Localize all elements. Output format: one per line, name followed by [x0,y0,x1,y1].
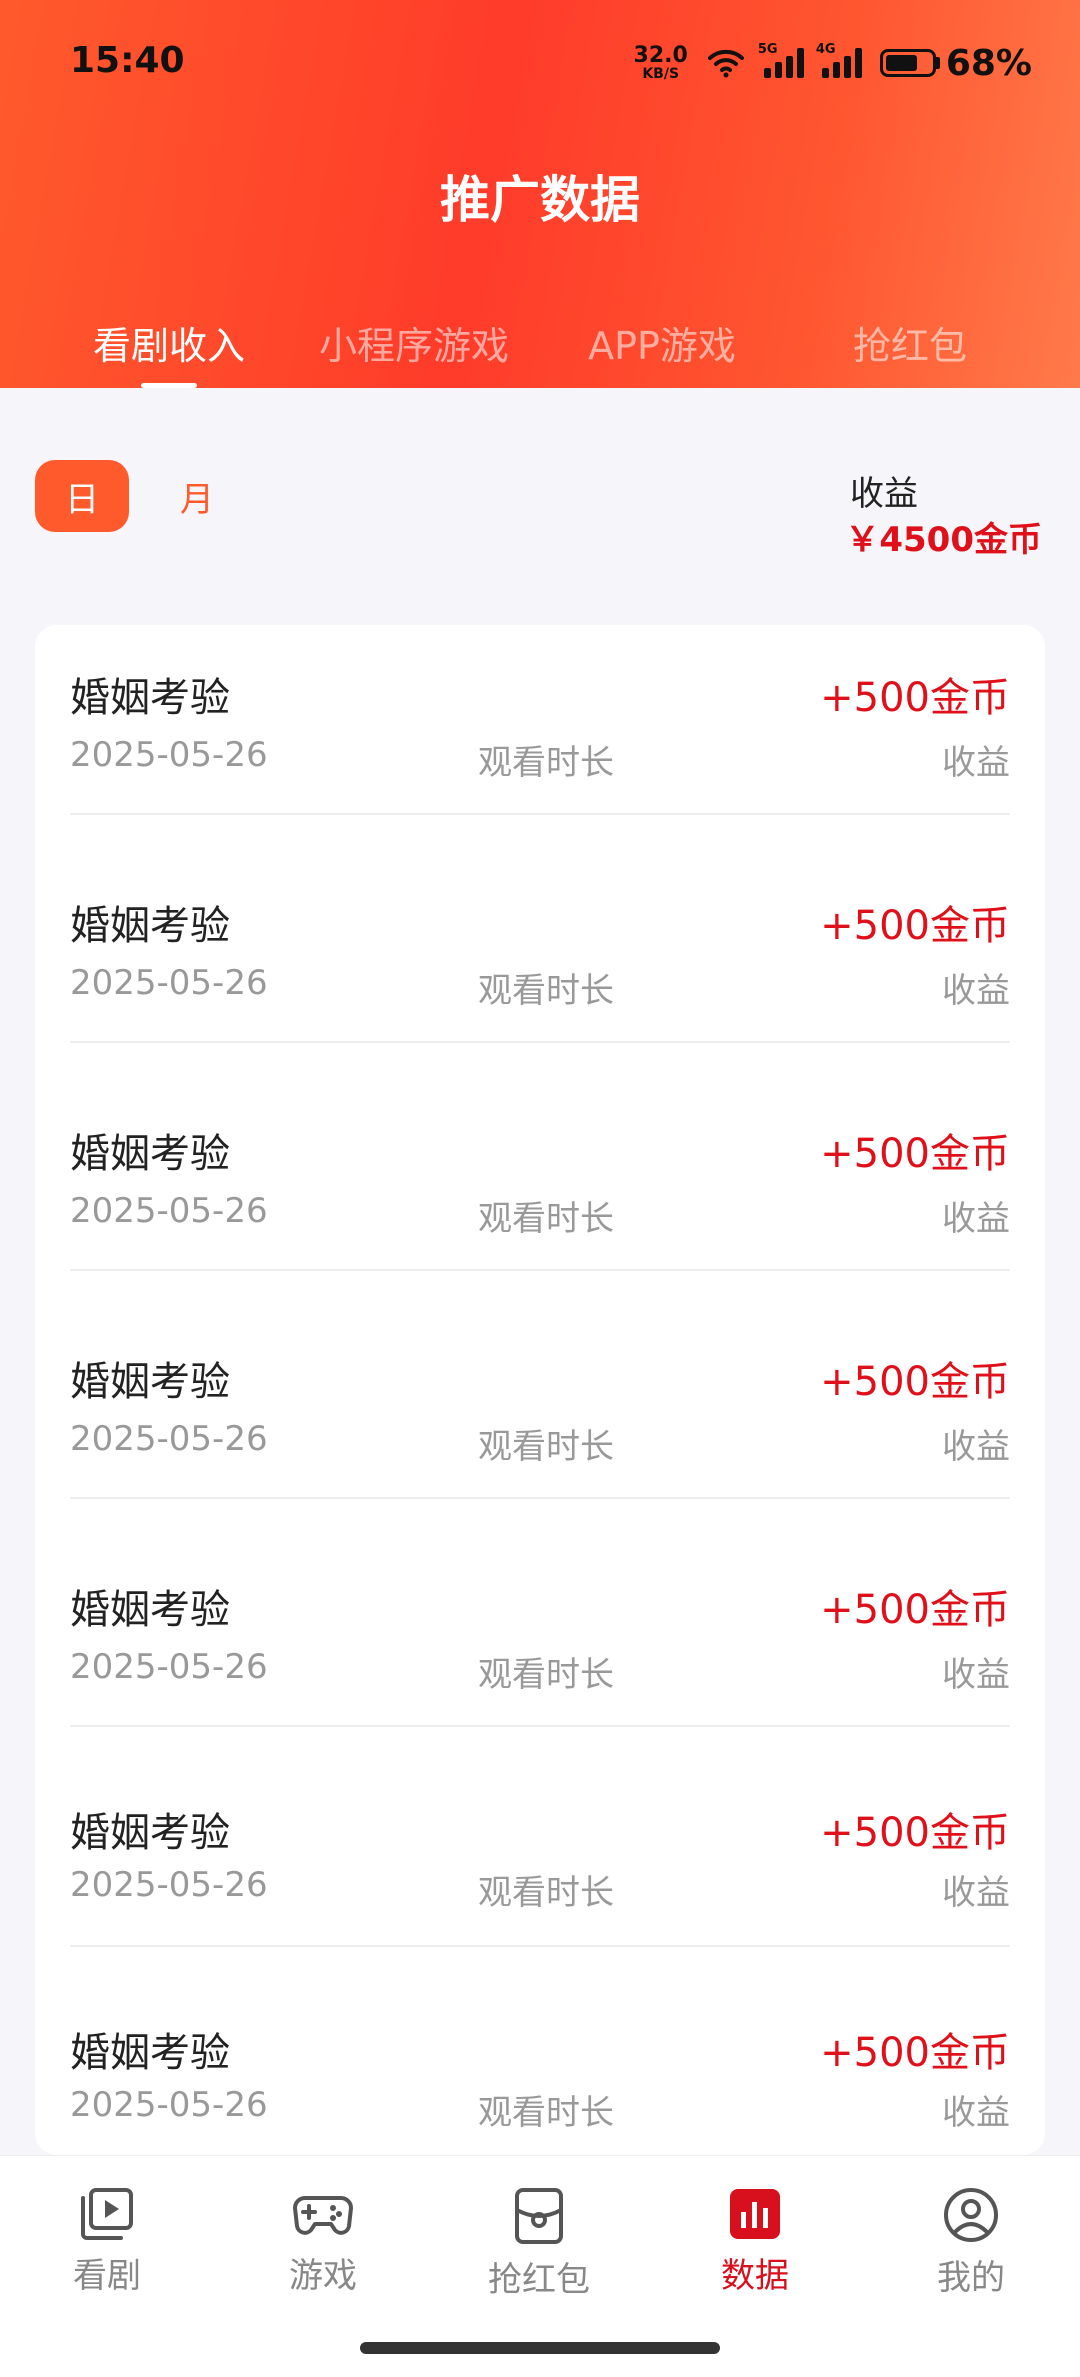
record-name: 婚姻考验 [70,2030,230,2076]
record-date: 2025-05-26 [70,735,268,775]
tabbar-label: 看剧 [73,2256,141,2296]
record-date: 2025-05-26 [70,963,268,1003]
status-time: 15:40 [70,40,185,81]
month-filter-button[interactable]: 月 [150,460,244,532]
header-banner: 15:40 32.0 KB/S 5G 4G 68% 推广数据 看剧收入 小程序游… [0,0,1080,388]
record-earnings-label: 收益 [942,743,1010,783]
record-name: 婚姻考验 [70,675,230,721]
records-list: 婚姻考验 +500金币 2025-05-26 观看时长 收益 婚姻考验 +500… [35,625,1045,2155]
divider [70,1497,1010,1499]
signal-5g-icon: 5G [758,42,804,78]
net-speed-value: 32.0 [633,43,688,68]
record-amount: +500金币 [820,1131,1010,1177]
category-tabs: 看剧收入 小程序游戏 APP游戏 抢红包 [0,305,1080,388]
tabbar-item-drama[interactable]: 看剧 [37,2186,177,2297]
tabbar-item-games[interactable]: 游戏 [253,2186,393,2297]
user-icon [944,2188,998,2242]
record-amount: +500金币 [820,1810,1010,1856]
tab-mini-program-games[interactable]: 小程序游戏 [319,315,509,370]
record-amount: +500金币 [820,1359,1010,1405]
home-indicator[interactable] [360,2342,720,2354]
record-duration-label: 观看时长 [478,971,614,1011]
record-date: 2025-05-26 [70,1419,268,1459]
tab-app-games[interactable]: APP游戏 [588,315,736,370]
record-earnings-label: 收益 [942,1655,1010,1695]
record-name: 婚姻考验 [70,903,230,949]
record-date: 2025-05-26 [70,1191,268,1231]
battery-icon: 68% [879,42,1032,84]
record-name: 婚姻考验 [70,1587,230,1633]
earnings-total: ￥4500金币 [845,520,1042,560]
divider [70,1725,1010,1727]
record-name: 婚姻考验 [70,1359,230,1405]
divider [70,1945,1010,1947]
tabbar-item-red-packet[interactable]: 抢红包 [469,2186,609,2301]
record-duration-label: 观看时长 [478,743,614,783]
record-duration-label: 观看时长 [478,1199,614,1239]
record-earnings-label: 收益 [942,971,1010,1011]
tabbar-label: 数据 [721,2256,789,2296]
record-name: 婚姻考验 [70,1131,230,1177]
divider [70,1269,1010,1271]
bar-chart-icon [730,2189,780,2239]
net-speed-unit: KB/S [642,66,680,82]
record-amount: +500金币 [820,2030,1010,2076]
tabbar-label: 我的 [937,2258,1005,2298]
record-amount: +500金币 [820,675,1010,721]
record-amount: +500金币 [820,1587,1010,1633]
record-duration-label: 观看时长 [478,1655,614,1695]
record-earnings-label: 收益 [942,1873,1010,1913]
red-packet-icon [515,2188,563,2244]
gamepad-icon [293,2196,353,2235]
record-date: 2025-05-26 [70,1647,268,1687]
record-amount: +500金币 [820,903,1010,949]
tabbar-label: 游戏 [289,2256,357,2296]
record-date: 2025-05-26 [70,2085,268,2125]
record-date: 2025-05-26 [70,1865,268,1905]
earnings-label: 收益 [850,474,918,514]
page-title: 推广数据 [440,171,640,229]
status-bar: 15:40 32.0 KB/S 5G 4G 68% [0,0,1080,130]
record-duration-label: 观看时长 [478,1873,614,1913]
divider [70,1041,1010,1043]
tabbar-label: 抢红包 [488,2260,590,2300]
wifi-icon [707,49,744,78]
net-speed: 32.0 KB/S [633,43,688,82]
play-card-icon [81,2188,133,2240]
battery-percent: 68% [945,42,1032,84]
tabbar-item-data[interactable]: 数据 [685,2186,825,2297]
tabbar-item-mine[interactable]: 我的 [901,2186,1041,2299]
signal-4g-icon: 4G [816,42,862,78]
record-name: 婚姻考验 [70,1810,230,1856]
record-earnings-label: 收益 [942,1427,1010,1467]
status-icons: 32.0 KB/S 5G 4G 68% [634,38,1032,88]
tab-drama-income[interactable]: 看剧收入 [93,315,245,370]
record-duration-label: 观看时长 [478,1427,614,1467]
record-duration-label: 观看时长 [478,2093,614,2133]
divider [70,813,1010,815]
active-tab-indicator [141,383,197,388]
day-filter-button[interactable]: 日 [35,460,129,532]
record-earnings-label: 收益 [942,2093,1010,2133]
tab-red-packet[interactable]: 抢红包 [853,315,967,370]
record-earnings-label: 收益 [942,1199,1010,1239]
